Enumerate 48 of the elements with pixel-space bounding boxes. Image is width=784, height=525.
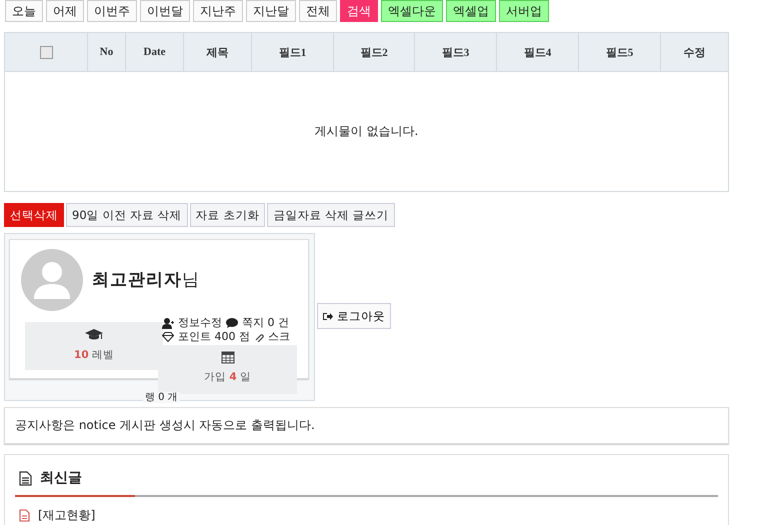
action-button[interactable]: 선택삭제: [4, 203, 64, 227]
column-header: 필드5: [578, 32, 660, 72]
avatar-icon: [21, 249, 83, 311]
notice-text: 공지사항은 notice 게시판 생성시 자동으로 출력됩니다.: [4, 407, 729, 444]
filter-button[interactable]: 이번달: [140, 0, 190, 22]
column-header: 필드3: [414, 32, 496, 72]
message-link[interactable]: 쪽지 0 건: [242, 316, 289, 330]
action-button[interactable]: 금일자료 삭제 글쓰기: [267, 203, 395, 227]
column-header: No: [88, 32, 126, 72]
logout-button[interactable]: 로그아웃: [317, 303, 391, 329]
empty-message: 게시물이 없습니다.: [4, 72, 728, 192]
user-name: 최고관리자님: [92, 269, 200, 291]
column-header: Date: [126, 32, 184, 72]
calendar-icon: [220, 350, 234, 364]
latest-title: 최신글: [40, 469, 82, 487]
column-header: 제목: [184, 32, 252, 72]
filter-button[interactable]: 이번주: [87, 0, 137, 22]
post-link[interactable]: [재고현황]: [38, 507, 96, 524]
filter-button[interactable]: 검색: [340, 0, 378, 22]
document-icon: [19, 470, 32, 486]
point-link[interactable]: 포인트 400 점: [178, 330, 250, 344]
edit-info-link[interactable]: 정보수정: [178, 316, 222, 330]
filter-button[interactable]: 지난주: [193, 0, 243, 22]
action-button[interactable]: 90일 이전 자료 삭제: [66, 203, 188, 227]
column-header: 필드4: [496, 32, 578, 72]
filter-button[interactable]: 지난달: [246, 0, 296, 22]
level-text: 10 레벨: [74, 348, 114, 362]
join-text: 가입 4 일: [204, 370, 251, 384]
column-header: 필드2: [334, 32, 414, 72]
document-icon: [19, 509, 30, 522]
speech-bubble-icon: [226, 318, 238, 328]
user-add-icon: [162, 318, 174, 328]
action-button[interactable]: 자료 초기화: [190, 203, 266, 227]
filter-button[interactable]: 전체: [299, 0, 337, 22]
graduation-cap-icon: [85, 328, 103, 342]
diamond-icon: [162, 332, 174, 342]
filter-button[interactable]: 엑셀다운: [381, 0, 443, 22]
paperclip-icon: [254, 332, 264, 342]
filter-button[interactable]: 엑셀업: [446, 0, 496, 22]
filter-button[interactable]: 오늘: [5, 0, 43, 22]
filter-button[interactable]: 서버업: [499, 0, 549, 22]
logout-icon: [323, 312, 333, 320]
column-header: 수정: [660, 32, 728, 72]
select-all-checkbox[interactable]: [40, 46, 52, 58]
scrap-link[interactable]: 스크: [268, 330, 290, 344]
column-header: 필드1: [252, 32, 334, 72]
filter-button[interactable]: 어제: [46, 0, 84, 22]
rank-text: 랭 0 개: [143, 392, 180, 403]
